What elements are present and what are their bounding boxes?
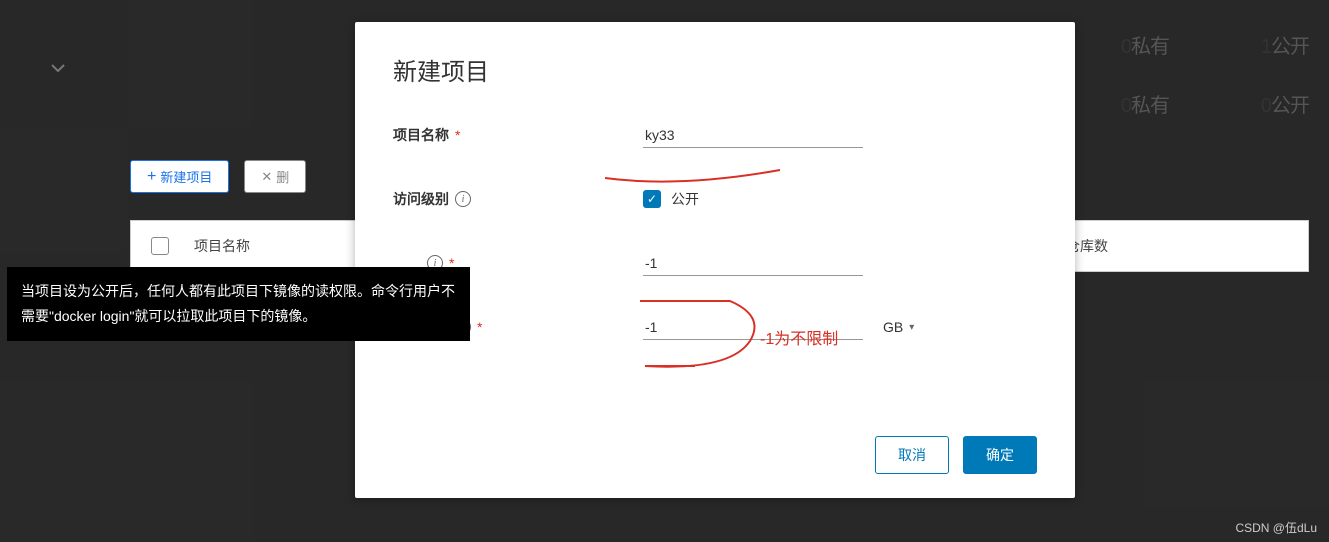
public-count-1: 1: [1261, 36, 1271, 58]
name-label: 项目名称*: [393, 125, 533, 145]
private-count-2: 0: [1121, 95, 1131, 117]
x-icon: ✕: [261, 169, 272, 185]
collapse-chevron-icon[interactable]: [50, 60, 66, 81]
info-icon[interactable]: i: [455, 191, 471, 207]
public-checkbox-label: 公开: [671, 189, 699, 209]
modal-title: 新建项目: [393, 52, 1037, 87]
public-checkbox[interactable]: ✓: [643, 190, 661, 208]
delete-button[interactable]: ✕ 删: [244, 160, 306, 193]
cancel-button[interactable]: 取消: [875, 436, 949, 474]
private-count-1: 0: [1121, 36, 1131, 58]
select-all-checkbox[interactable]: [151, 237, 169, 255]
annotation-text: -1为不限制: [760, 325, 838, 349]
table-col-name: 项目名称: [194, 236, 250, 256]
public-count-2: 0: [1261, 95, 1271, 117]
project-name-input[interactable]: [643, 123, 863, 148]
access-label: 访问级别 i: [393, 189, 533, 209]
new-project-button[interactable]: + 新建项目: [130, 160, 229, 193]
access-tooltip: 当项目设为公开后，任何人都有此项目下镜像的读权限。命令行用户不需要"docker…: [7, 267, 470, 341]
quota-input[interactable]: [643, 251, 863, 276]
plus-icon: +: [147, 168, 156, 186]
unit-select[interactable]: GB ▾: [883, 319, 914, 335]
chevron-down-icon: ▾: [909, 322, 914, 333]
bg-toolbar: + 新建项目 ✕ 删: [130, 160, 306, 193]
ok-button[interactable]: 确定: [963, 436, 1037, 474]
watermark: CSDN @伍dLu: [1235, 519, 1317, 536]
